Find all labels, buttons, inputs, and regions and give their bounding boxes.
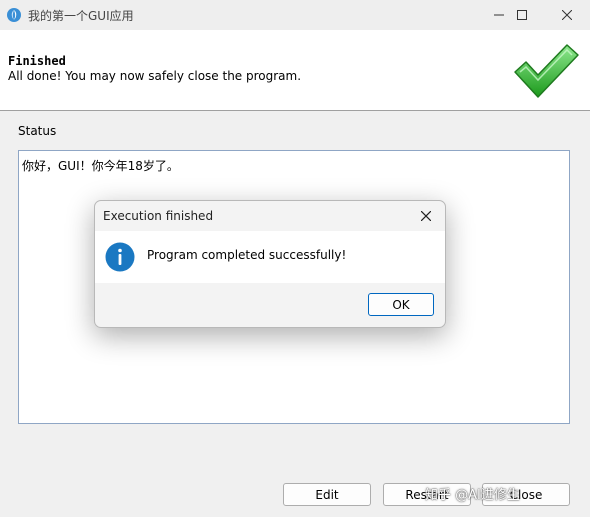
- header-subtitle: All done! You may now safely close the p…: [8, 69, 302, 83]
- status-text: 你好，GUI！你今年18岁了。: [22, 159, 179, 173]
- close-icon: [562, 10, 572, 20]
- header-panel: Finished All done! You may now safely cl…: [0, 30, 590, 111]
- dialog-message: Program completed successfully!: [147, 248, 347, 262]
- app-icon: [7, 8, 21, 22]
- watermark: 知乎 @AI进修生: [425, 488, 520, 503]
- dialog-body: Program completed successfully!: [95, 231, 445, 283]
- header-title: Finished: [8, 54, 66, 68]
- maximize-button[interactable]: [499, 0, 545, 30]
- dialog-close-button[interactable]: [415, 206, 437, 226]
- dialog-title: Execution finished: [103, 209, 214, 223]
- info-icon: [105, 242, 135, 272]
- close-button[interactable]: [544, 0, 590, 30]
- title-bar: 我的第一个GUI应用: [0, 0, 590, 30]
- ok-button[interactable]: OK: [368, 293, 434, 316]
- status-label: Status: [18, 124, 57, 138]
- close-icon: [421, 211, 431, 221]
- message-dialog: Execution finished Program completed suc…: [94, 200, 446, 328]
- edit-button[interactable]: Edit: [283, 483, 371, 506]
- green-checkmark-icon: [514, 44, 579, 98]
- maximize-icon: [517, 10, 527, 20]
- window-title: 我的第一个GUI应用: [28, 9, 134, 23]
